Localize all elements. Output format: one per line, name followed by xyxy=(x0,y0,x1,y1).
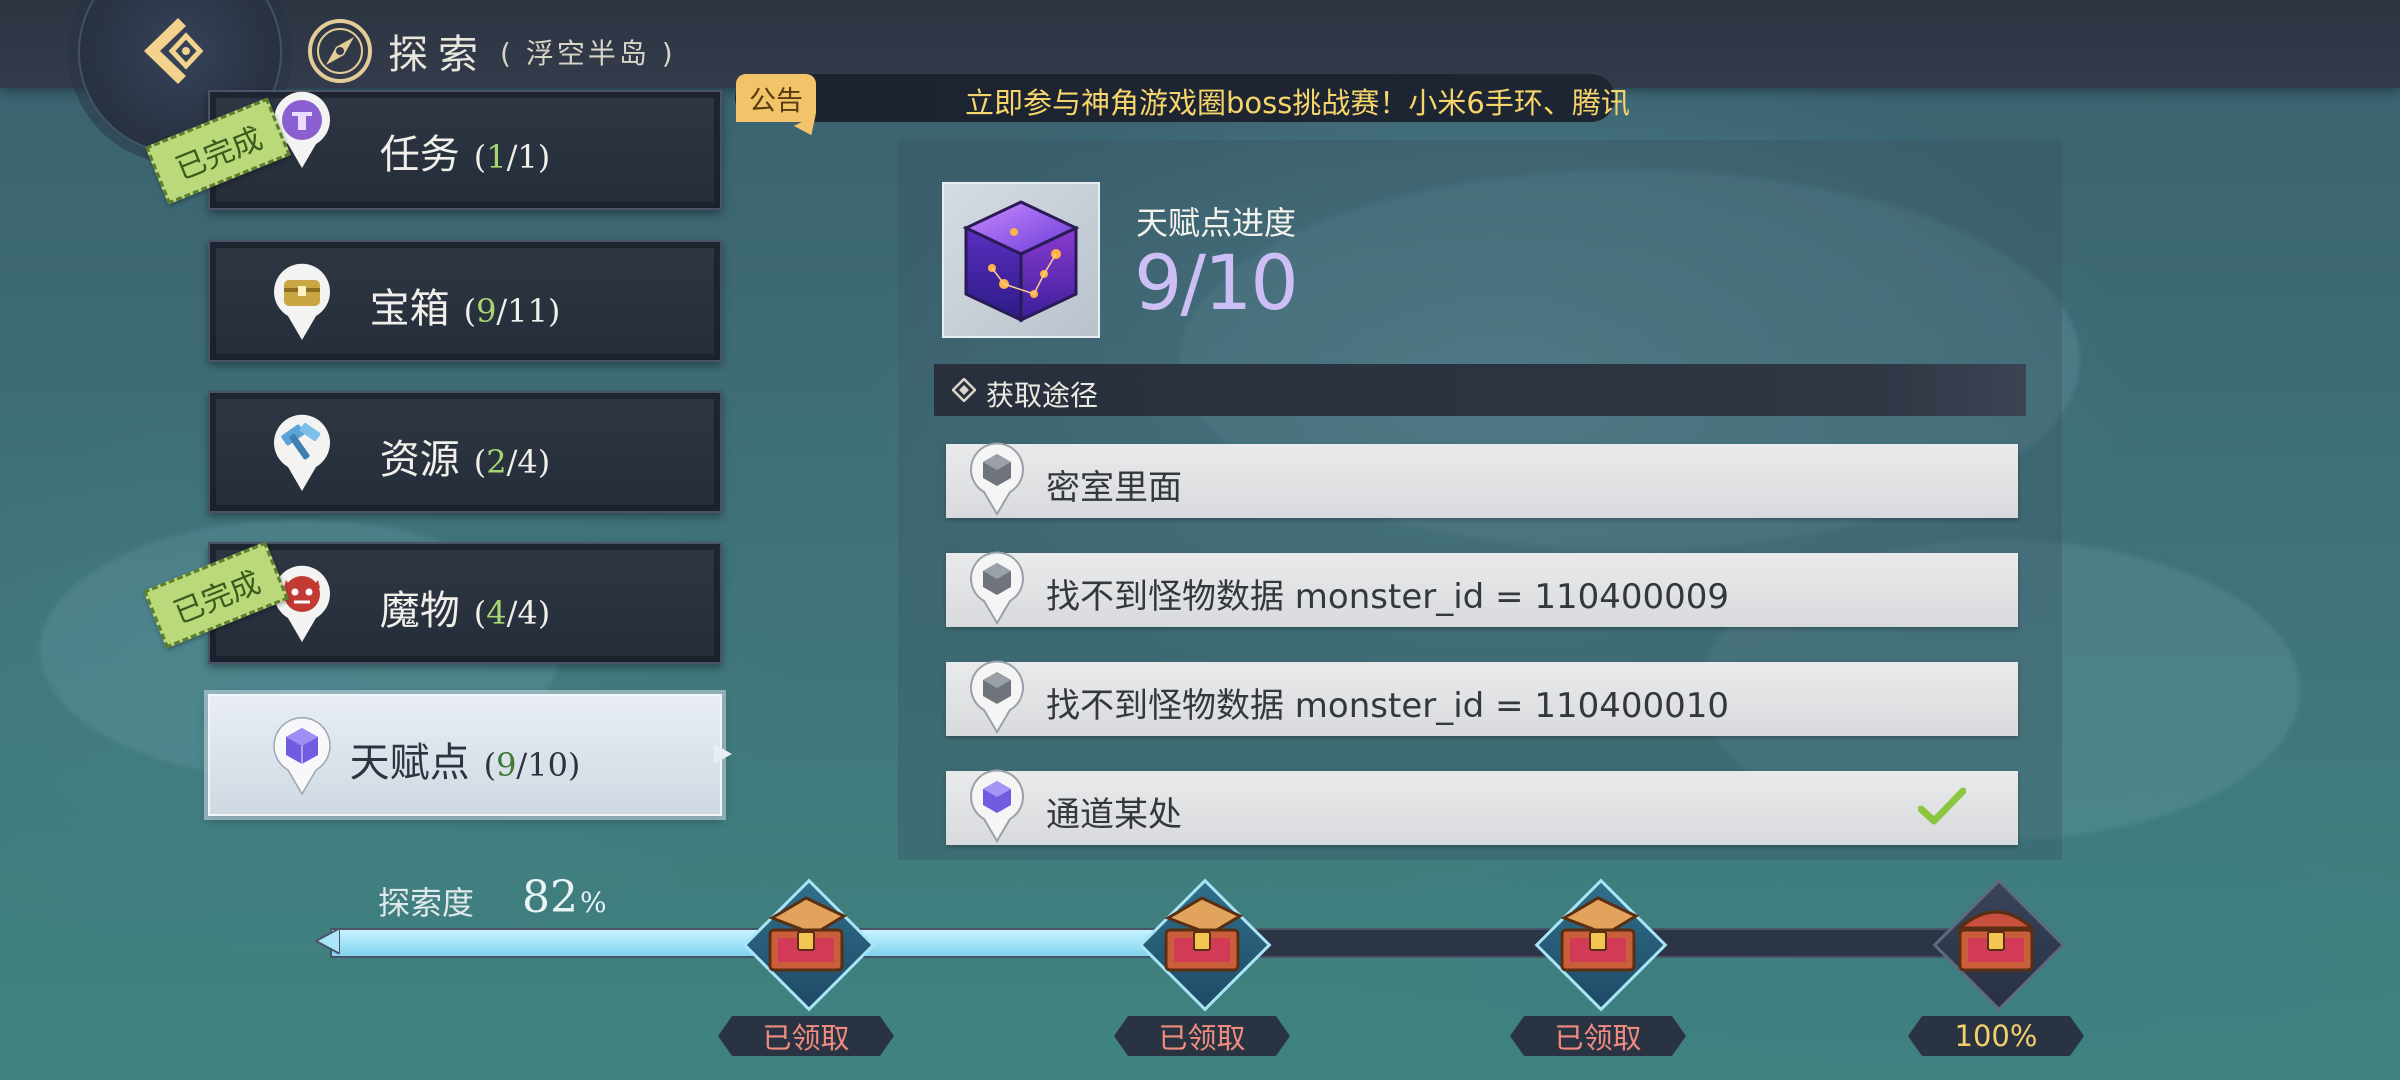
reward-status-label: 已领取 xyxy=(718,1016,894,1056)
page-title: 探索 xyxy=(388,32,488,78)
source-text: 密室里面 xyxy=(1046,468,1182,508)
treasure-chest-icon xyxy=(1956,910,2036,972)
talent-progress-value: 9/10 xyxy=(1134,238,1299,327)
reward-status-label: 已领取 xyxy=(1114,1016,1290,1056)
sources-header: 获取途径 xyxy=(934,364,2026,416)
source-item[interactable]: 找不到怪物数据 monster_id = 110400010 xyxy=(946,660,2018,736)
reward-status-label: 已领取 xyxy=(1510,1016,1686,1056)
source-item[interactable]: 找不到怪物数据 monster_id = 110400009 xyxy=(946,551,2018,627)
treasure-chest-icon xyxy=(768,896,848,972)
reward-status-label: 100% xyxy=(1908,1016,2084,1056)
location-pin-icon xyxy=(970,660,1024,734)
exploration-label: 探索度 xyxy=(378,884,475,922)
region-name: ( 浮空半岛 ) xyxy=(500,37,676,70)
treasure-chest-icon xyxy=(1164,896,1244,972)
back-icon[interactable] xyxy=(136,14,206,88)
category-talent-point[interactable]: 天赋点 (9/10) xyxy=(208,694,722,816)
category-treasure[interactable]: 宝箱 (9/11) xyxy=(208,240,722,362)
source-item[interactable]: 通道某处 xyxy=(946,769,2018,845)
category-label: 资源 (2/4) xyxy=(379,437,551,483)
compass-icon xyxy=(308,19,372,83)
location-pin-icon xyxy=(970,442,1024,516)
exploration-value: 82% xyxy=(522,872,607,923)
category-monster[interactable]: 魔物 (4/4) xyxy=(208,542,722,664)
reward-chest-4[interactable] xyxy=(1932,878,2066,1012)
sources-title: 获取途径 xyxy=(986,379,1099,412)
source-text: 找不到怪物数据 monster_id = 110400010 xyxy=(1046,686,1730,726)
location-pin-icon xyxy=(970,551,1024,625)
announcement-tag: 公告 xyxy=(736,74,816,122)
reward-chest-2[interactable] xyxy=(1138,878,1272,1012)
source-text: 通道某处 xyxy=(1046,795,1182,835)
checkmark-icon xyxy=(1918,787,1966,825)
announcement-text[interactable]: 立即参与神角游戏圈boss挑战赛！小米6手环、腾讯 xyxy=(965,80,1630,122)
talent-cube-icon xyxy=(970,769,1024,843)
source-text: 找不到怪物数据 monster_id = 110400009 xyxy=(1046,577,1730,617)
reward-chest-3[interactable] xyxy=(1534,878,1668,1012)
category-label: 宝箱 (9/11) xyxy=(369,286,561,332)
diamond-icon xyxy=(952,378,976,402)
source-item[interactable]: 密室里面 xyxy=(946,442,2018,518)
selected-arrow-icon xyxy=(714,744,732,764)
category-label: 魔物 (4/4) xyxy=(379,588,551,634)
treasure-chest-icon xyxy=(1560,896,1640,972)
reward-chest-1[interactable] xyxy=(742,878,876,1012)
talent-cube-icon xyxy=(962,200,1080,323)
category-label: 天赋点 (9/10) xyxy=(349,740,581,786)
talent-point-image xyxy=(942,182,1100,338)
progress-tip-icon xyxy=(314,928,340,954)
category-resource[interactable]: 资源 (2/4) xyxy=(208,391,722,513)
